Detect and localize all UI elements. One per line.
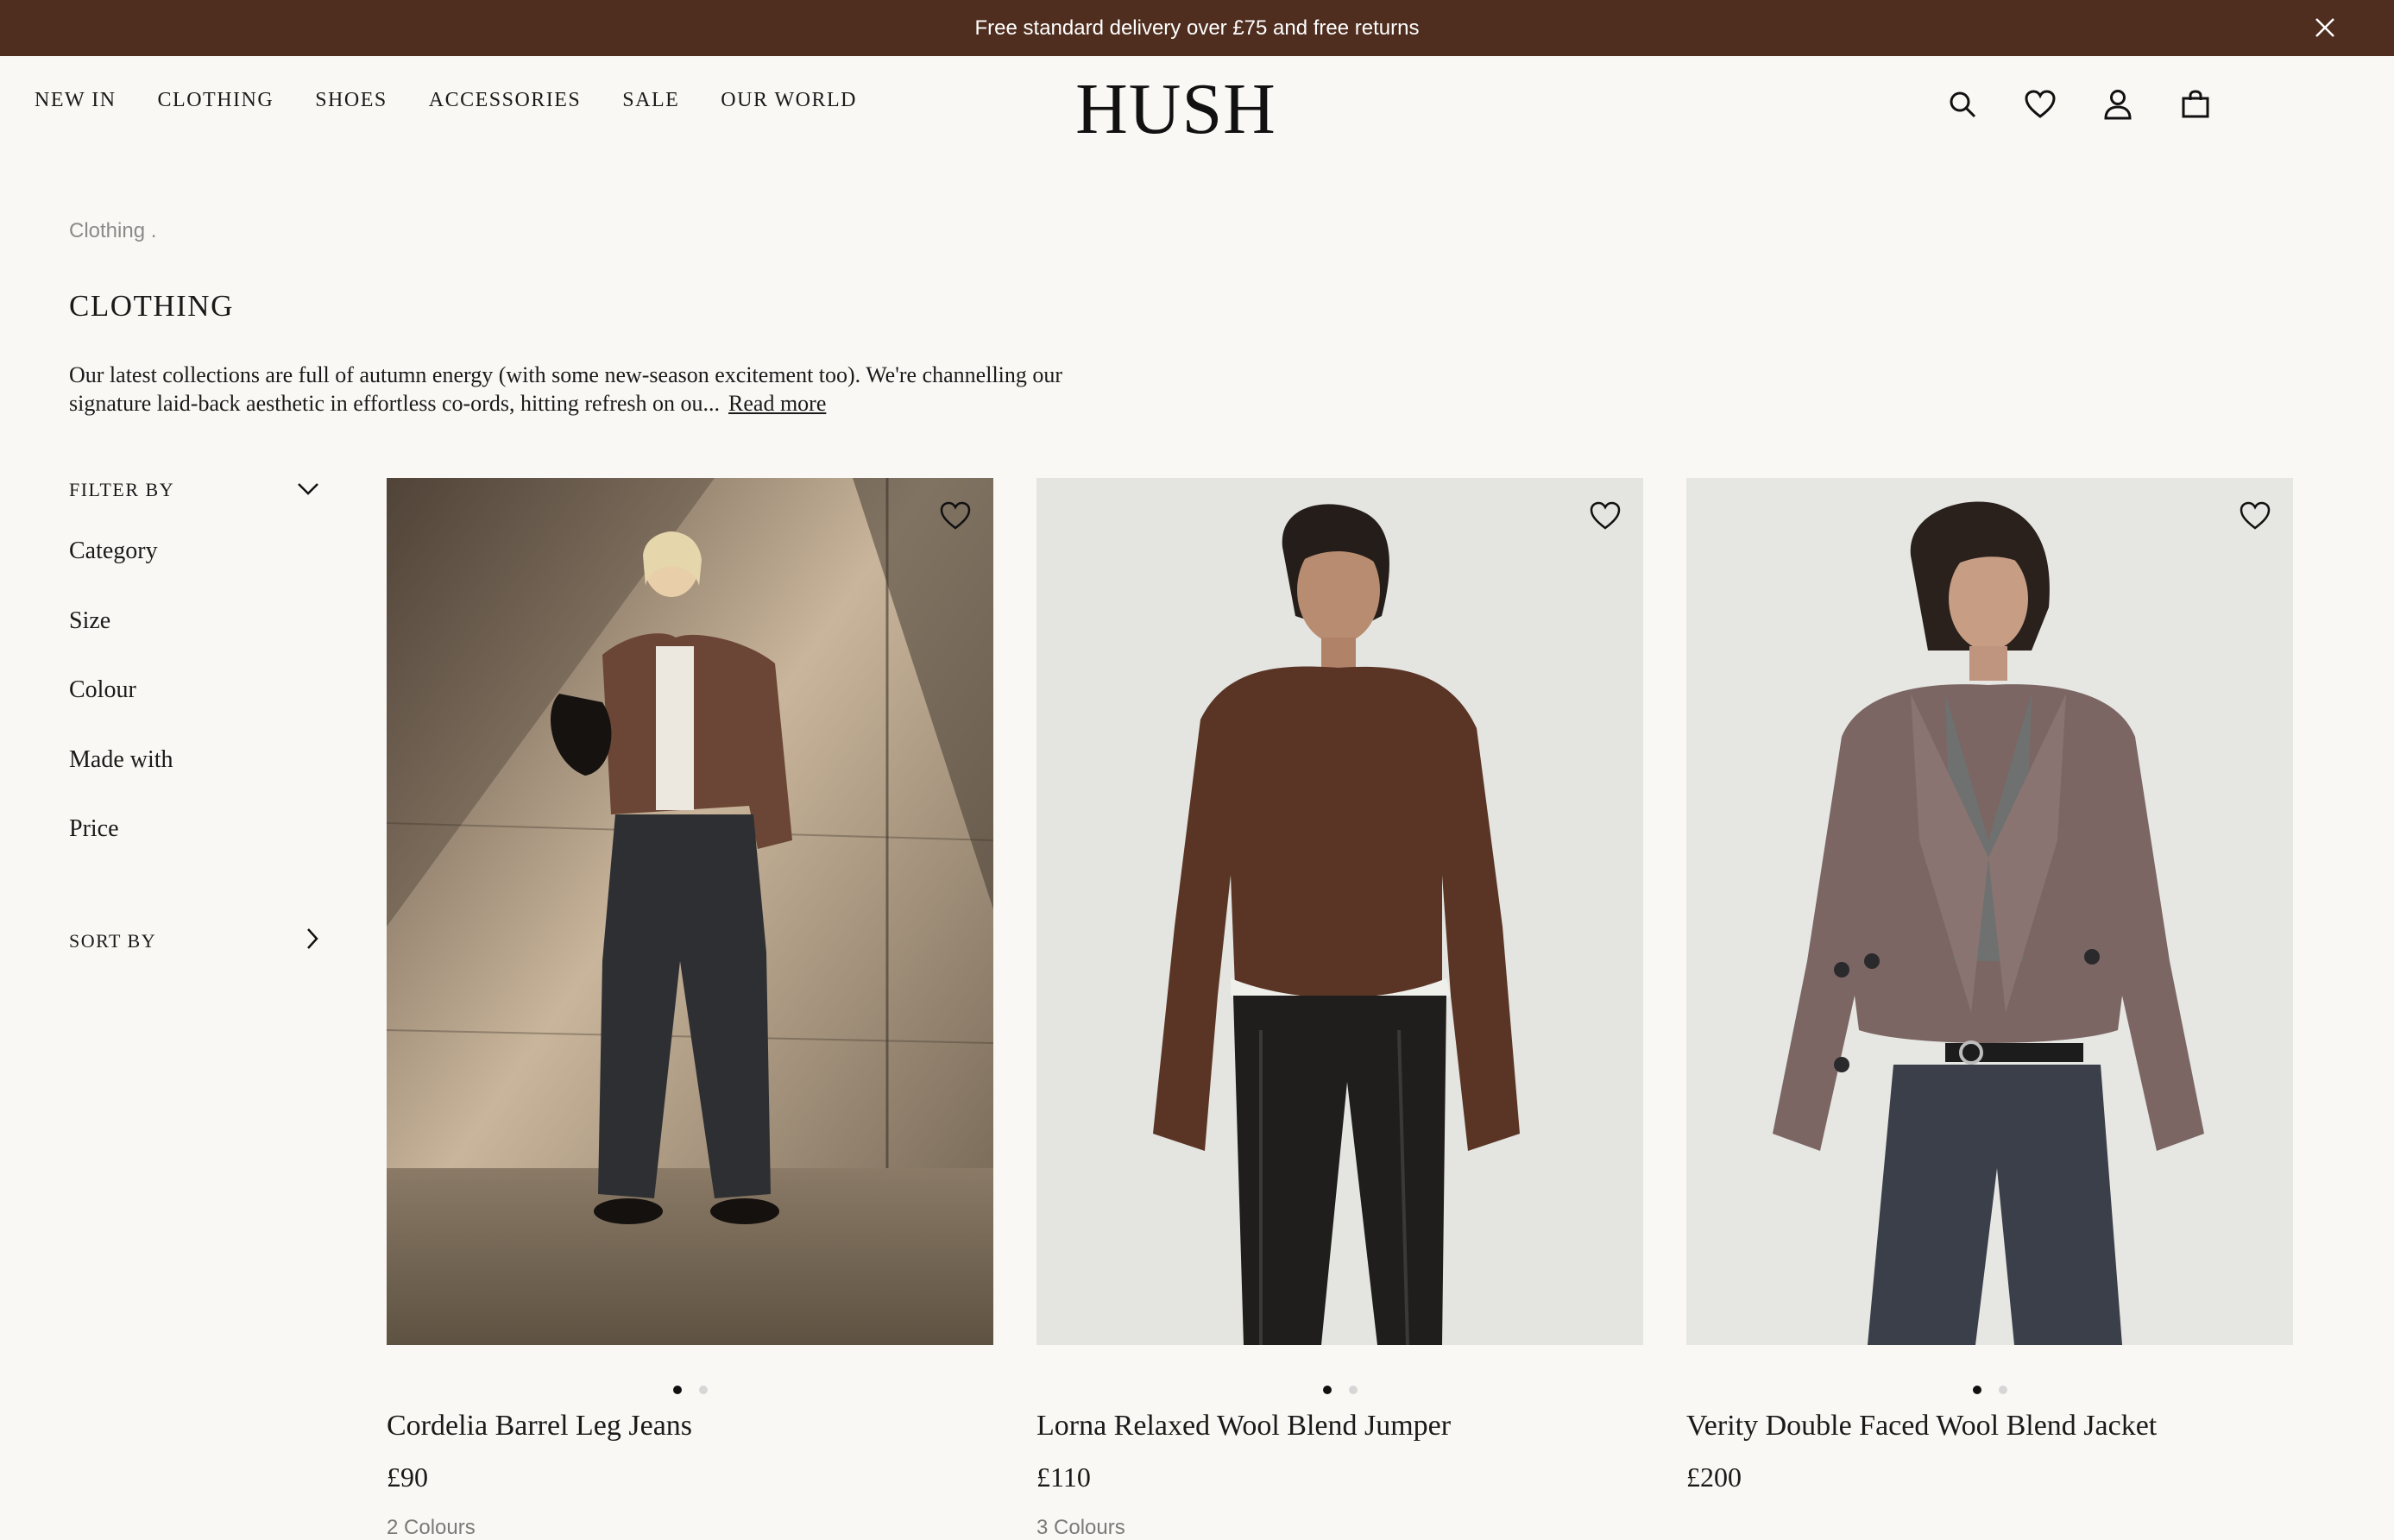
image-carousel-dots — [1686, 1386, 2293, 1394]
product-name[interactable]: Verity Double Faced Wool Blend Jacket — [1686, 1410, 2293, 1443]
filter-size[interactable]: Size — [69, 608, 319, 679]
product-colours: 3 Colours — [1036, 1516, 1125, 1539]
promo-banner: Free standard delivery over £75 and free… — [0, 0, 2394, 56]
filter-colour[interactable]: Colour — [69, 678, 319, 748]
heart-icon[interactable] — [2236, 497, 2274, 535]
nav-our-world[interactable]: OUR WORLD — [721, 89, 857, 112]
filter-by-toggle[interactable]: FILTER BY — [69, 479, 319, 501]
carousel-dot[interactable] — [1322, 1386, 1332, 1394]
read-more-link[interactable]: Read more — [728, 391, 826, 416]
product-price: £90 — [387, 1461, 428, 1493]
chevron-down-icon — [297, 479, 319, 501]
product-price: £200 — [1686, 1461, 1742, 1493]
close-icon[interactable] — [2308, 10, 2342, 45]
product-image[interactable] — [1686, 478, 2293, 1345]
filter-list: Category Size Colour Made with Price — [69, 539, 319, 887]
header-actions — [1945, 87, 2213, 122]
product-grid: Cordelia Barrel Leg Jeans £90 2 Colours — [387, 478, 2293, 1540]
heart-icon[interactable] — [936, 497, 974, 535]
filter-made-with[interactable]: Made with — [69, 747, 319, 818]
product-card[interactable]: Cordelia Barrel Leg Jeans £90 2 Colours — [387, 478, 993, 1540]
search-icon[interactable] — [1945, 87, 1980, 122]
brand-logo[interactable]: HUSH — [1070, 73, 1282, 146]
sort-by-label: SORT BY — [69, 930, 157, 952]
product-card[interactable]: Lorna Relaxed Wool Blend Jumper £110 3 C… — [1036, 478, 1643, 1540]
account-icon[interactable] — [2101, 87, 2135, 122]
product-name[interactable]: Lorna Relaxed Wool Blend Jumper — [1036, 1410, 1643, 1443]
nav-shoes[interactable]: SHOES — [315, 89, 387, 112]
chevron-right-icon — [306, 927, 319, 955]
product-image[interactable] — [1036, 478, 1643, 1345]
product-card[interactable]: Verity Double Faced Wool Blend Jacket £2… — [1686, 478, 2293, 1540]
filter-price[interactable]: Price — [69, 817, 319, 887]
filter-category[interactable]: Category — [69, 539, 319, 609]
filter-sidebar: FILTER BY Category Size Colour Made with… — [69, 479, 319, 952]
nav-accessories[interactable]: ACCESSORIES — [429, 89, 582, 112]
heart-icon[interactable] — [2023, 87, 2057, 122]
nav-sale[interactable]: SALE — [622, 89, 679, 112]
category-intro: Our latest collections are full of autum… — [69, 361, 1139, 418]
image-carousel-dots — [387, 1386, 993, 1394]
product-price: £110 — [1036, 1461, 1091, 1493]
carousel-dot[interactable] — [1972, 1386, 1981, 1394]
sort-by-toggle[interactable]: SORT BY — [69, 927, 319, 955]
carousel-dot[interactable] — [1998, 1386, 2007, 1394]
product-name[interactable]: Cordelia Barrel Leg Jeans — [387, 1410, 993, 1443]
heart-icon[interactable] — [1586, 497, 1624, 535]
image-carousel-dots — [1036, 1386, 1643, 1394]
nav-new-in[interactable]: NEW IN — [35, 89, 117, 112]
bag-icon[interactable] — [2178, 87, 2213, 122]
breadcrumb[interactable]: Clothing . — [69, 219, 156, 243]
intro-text: Our latest collections are full of autum… — [69, 362, 1063, 416]
carousel-dot[interactable] — [698, 1386, 708, 1394]
product-image[interactable] — [387, 478, 993, 1345]
site-header: NEW IN CLOTHING SHOES ACCESSORIES SALE O… — [0, 56, 2394, 153]
carousel-dot[interactable] — [1348, 1386, 1358, 1394]
carousel-dot[interactable] — [672, 1386, 682, 1394]
main-nav: NEW IN CLOTHING SHOES ACCESSORIES SALE O… — [35, 89, 857, 112]
page-title: CLOTHING — [69, 289, 234, 323]
filter-by-label: FILTER BY — [69, 479, 175, 500]
nav-clothing[interactable]: CLOTHING — [158, 89, 274, 112]
product-colours: 2 Colours — [387, 1516, 476, 1539]
promo-text: Free standard delivery over £75 and free… — [974, 16, 1420, 40]
